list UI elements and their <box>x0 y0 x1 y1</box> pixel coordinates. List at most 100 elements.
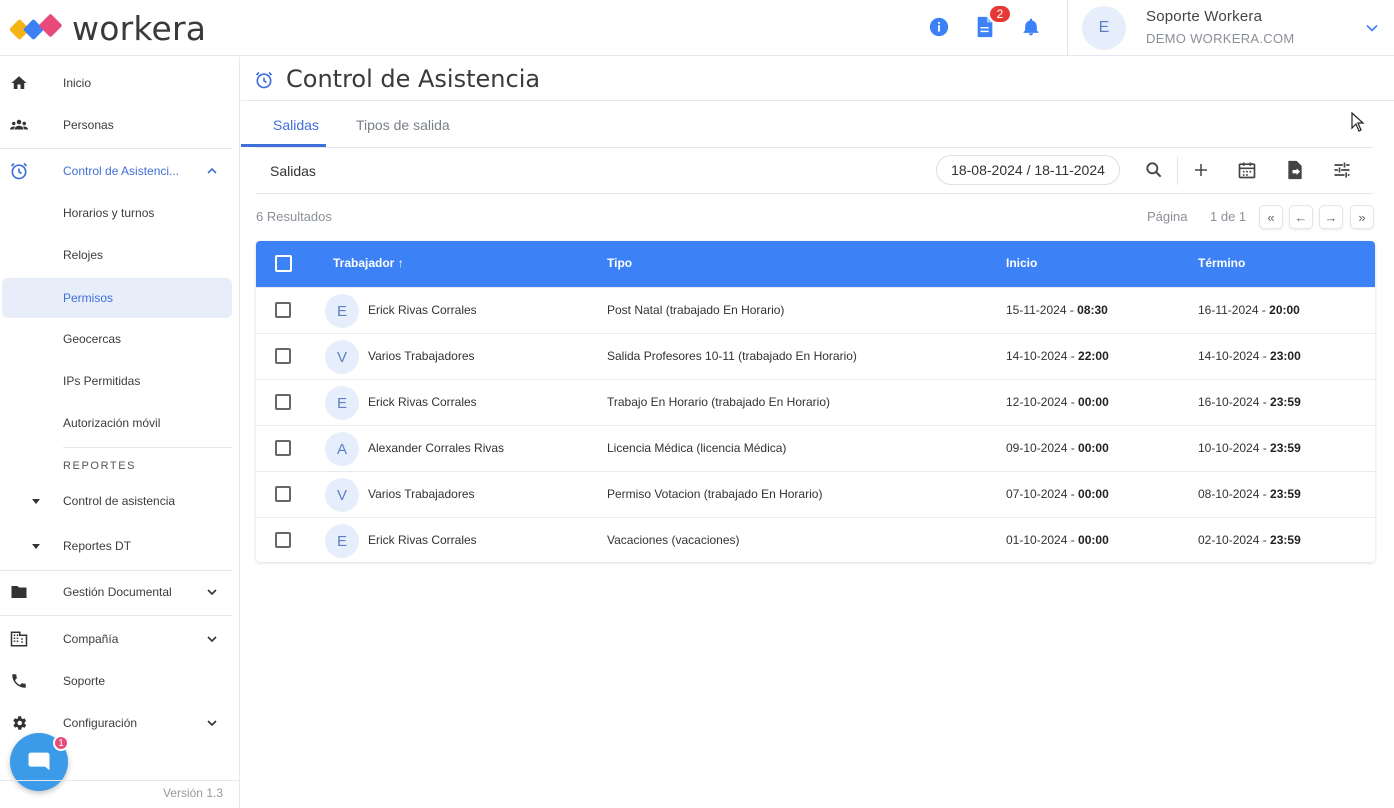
column-header-tipo[interactable]: Tipo <box>607 256 632 270</box>
notification-count-badge: 2 <box>988 4 1012 24</box>
date-range-picker[interactable]: 18-08-2024 / 18-11-2024 <box>936 155 1120 185</box>
alarm-clock-icon <box>255 71 273 89</box>
permission-type: Vacaciones (vacaciones) <box>607 533 740 547</box>
chat-unread-badge: 1 <box>53 735 69 751</box>
prev-page-button[interactable]: ← <box>1289 205 1313 229</box>
calendar-icon[interactable] <box>1236 159 1258 181</box>
table-row[interactable]: E Erick Rivas Corrales Post Natal (traba… <box>256 287 1375 333</box>
sidebar-item-label: Inicio <box>63 76 92 90</box>
people-icon <box>9 115 29 135</box>
sidebar-item-compania[interactable]: Compañía <box>0 619 232 659</box>
phone-icon <box>9 671 29 691</box>
table-row[interactable]: E Erick Rivas Corrales Trabajo En Horari… <box>256 379 1375 425</box>
sidebar-item-label: Compañía <box>63 632 119 646</box>
filter-settings-icon[interactable] <box>1331 159 1353 181</box>
chevron-down-icon[interactable] <box>1362 18 1382 38</box>
end-datetime: 02-10-2024 - 23:59 <box>1198 533 1301 547</box>
user-menu[interactable]: E Soporte Workera DEMO WORKERA.COM <box>1067 0 1394 56</box>
sidebar-item-autorizacion[interactable]: Autorización móvil <box>0 403 232 443</box>
column-header-label: Trabajador <box>333 256 395 270</box>
export-file-icon[interactable] <box>1284 159 1306 181</box>
last-page-button[interactable]: » <box>1350 205 1374 229</box>
column-header-termino[interactable]: Término <box>1198 256 1245 270</box>
start-datetime: 07-10-2024 - 00:00 <box>1006 487 1109 501</box>
sidebar-item-ips[interactable]: IPs Permitidas <box>0 361 232 401</box>
toolbar-divider <box>1177 157 1178 185</box>
sidebar-item-permisos[interactable]: Permisos <box>2 278 232 318</box>
start-datetime: 09-10-2024 - 00:00 <box>1006 441 1109 455</box>
worker-name: Varios Trabajadores <box>368 349 475 363</box>
end-datetime: 10-10-2024 - 23:59 <box>1198 441 1301 455</box>
end-time: 23:59 <box>1270 533 1301 547</box>
sidebar-item-inicio[interactable]: Inicio <box>0 63 232 103</box>
sidebar-item-gestion-documental[interactable]: Gestión Documental <box>0 572 232 612</box>
divider <box>0 148 232 149</box>
table-row[interactable]: V Varios Trabajadores Permiso Votacion (… <box>256 471 1375 517</box>
chevron-down-icon[interactable] <box>203 630 221 648</box>
caret-down-icon <box>32 499 40 504</box>
sidebar-item-horarios[interactable]: Horarios y turnos <box>0 193 232 233</box>
end-date: 16-11-2024 - <box>1198 303 1270 317</box>
sidebar-item-relojes[interactable]: Relojes <box>0 235 232 275</box>
toolbar: Salidas 18-08-2024 / 18-11-2024 <box>256 149 1373 194</box>
add-icon[interactable] <box>1190 159 1212 181</box>
mouse-cursor-icon <box>1351 112 1365 132</box>
gear-icon <box>9 713 29 733</box>
workera-logo[interactable]: workera <box>10 9 206 48</box>
tabs: Salidas Tipos de salida <box>256 107 1373 148</box>
start-date: 07-10-2024 - <box>1006 487 1079 501</box>
column-header-trabajador[interactable]: Trabajador ↑ <box>333 256 404 270</box>
start-date: 14-10-2024 - <box>1006 349 1079 363</box>
bell-icon[interactable] <box>1018 14 1044 40</box>
start-datetime: 14-10-2024 - 22:00 <box>1006 349 1109 363</box>
divider <box>0 615 232 616</box>
search-icon[interactable] <box>1143 159 1165 181</box>
row-checkbox[interactable] <box>275 394 291 410</box>
table-row[interactable]: V Varios Trabajadores Salida Profesores … <box>256 333 1375 379</box>
chevron-up-icon[interactable] <box>203 162 221 180</box>
sidebar-item-control-asistencia[interactable]: Control de Asistenci... <box>0 151 232 191</box>
table-row[interactable]: A Alexander Corrales Rivas Licencia Médi… <box>256 425 1375 471</box>
permission-type: Licencia Médica (licencia Médica) <box>607 441 787 455</box>
sidebar-item-personas[interactable]: Personas <box>0 105 232 145</box>
page-header: Control de Asistencia <box>241 57 1394 101</box>
row-checkbox[interactable] <box>275 348 291 364</box>
chevron-down-icon[interactable] <box>203 583 221 601</box>
document-notifications-icon[interactable]: 2 <box>972 4 1012 40</box>
sidebar-item-label: Horarios y turnos <box>63 206 155 220</box>
row-checkbox[interactable] <box>275 302 291 318</box>
sidebar-item-label: Configuración <box>63 716 138 730</box>
end-time: 23:59 <box>1270 487 1301 501</box>
info-icon[interactable] <box>926 14 952 40</box>
divider <box>63 447 232 448</box>
select-all-checkbox[interactable] <box>275 255 292 272</box>
row-checkbox[interactable] <box>275 486 291 502</box>
sidebar-item-label: Personas <box>63 118 114 132</box>
end-datetime: 16-11-2024 - 20:00 <box>1198 303 1300 317</box>
start-date: 01-10-2024 - <box>1006 533 1079 547</box>
avatar: E <box>325 294 359 328</box>
first-page-button[interactable]: « <box>1259 205 1283 229</box>
tab-tipos-de-salida[interactable]: Tipos de salida <box>356 117 450 148</box>
row-checkbox[interactable] <box>275 440 291 456</box>
sidebar-item-reportes-dt[interactable]: Reportes DT <box>0 526 232 566</box>
app-version: Versión 1.3 <box>162 786 223 800</box>
sidebar-item-soporte[interactable]: Soporte <box>0 661 232 701</box>
table-row[interactable]: E Erick Rivas Corrales Vacaciones (vacac… <box>256 517 1375 562</box>
start-time: 00:00 <box>1078 395 1109 409</box>
start-datetime: 15-11-2024 - 08:30 <box>1006 303 1108 317</box>
next-page-button[interactable]: → <box>1319 205 1343 229</box>
column-header-inicio[interactable]: Inicio <box>1006 256 1037 270</box>
sidebar-item-reporte-control[interactable]: Control de asistencia <box>0 481 232 521</box>
row-checkbox[interactable] <box>275 532 291 548</box>
start-datetime: 01-10-2024 - 00:00 <box>1006 533 1109 547</box>
start-datetime: 12-10-2024 - 00:00 <box>1006 395 1109 409</box>
chevron-down-icon[interactable] <box>203 714 221 732</box>
sort-arrow-icon: ↑ <box>397 256 404 270</box>
sidebar-item-geocercas[interactable]: Geocercas <box>0 319 232 359</box>
end-time: 23:00 <box>1270 349 1301 363</box>
results-count: 6 Resultados <box>256 209 332 224</box>
end-date: 08-10-2024 - <box>1198 487 1271 501</box>
avatar: A <box>325 432 359 466</box>
start-time: 08:30 <box>1077 303 1108 317</box>
